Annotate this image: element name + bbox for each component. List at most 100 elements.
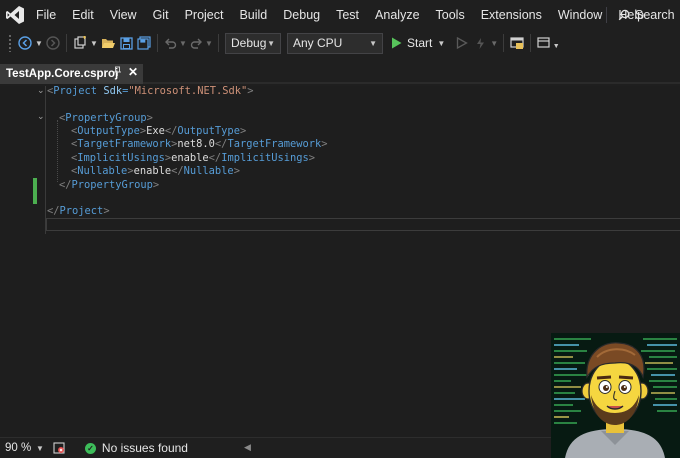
token-string: "Microsoft.NET.Sdk": [128, 85, 248, 97]
save-icon[interactable]: [117, 32, 135, 54]
new-project-icon[interactable]: [71, 32, 89, 54]
indent-guide: [57, 120, 58, 182]
menu-window[interactable]: Window: [550, 0, 610, 30]
chevron-down-icon: ▼: [369, 38, 377, 48]
code-line: </PropertyGroup>: [59, 179, 159, 192]
token-tag: Nullable: [183, 165, 234, 178]
menu-extensions[interactable]: Extensions: [473, 0, 550, 30]
menu-project[interactable]: Project: [177, 0, 232, 30]
current-line-highlight: [46, 218, 680, 231]
tab-testapp-core-csproj[interactable]: TestApp.Core.csproj ✕: [0, 64, 143, 84]
menu-debug[interactable]: Debug: [275, 0, 328, 30]
token-bracket: >: [146, 111, 153, 124]
back-dropdown-icon[interactable]: ▼: [34, 32, 44, 54]
zoom-dropdown-icon[interactable]: ▼: [36, 444, 44, 453]
collapse-chevron-icon[interactable]: ⌄: [37, 111, 45, 122]
token-tag: PropertyGroup: [71, 178, 153, 191]
code-line: <Project Sdk="Microsoft.NET.Sdk">: [47, 85, 254, 98]
token-text: enable: [133, 165, 172, 178]
token-tag: ImplicitUsings: [77, 151, 165, 164]
menu-tools[interactable]: Tools: [428, 0, 473, 30]
start-debugging-button[interactable]: Start ▼: [387, 36, 449, 50]
toolbar-separator: [66, 34, 67, 52]
search-separator: [606, 7, 607, 23]
token-tag: Nullable: [77, 165, 128, 178]
start-label: Start: [407, 36, 433, 50]
start-without-debugging-icon: [453, 32, 471, 54]
code-cleanup-icon[interactable]: [53, 442, 65, 454]
token-tag: OutputType: [77, 124, 140, 137]
zoom-level[interactable]: 90 %: [0, 442, 40, 454]
configuration-value: Debug: [231, 36, 267, 50]
token-attribute: Sdk: [103, 85, 123, 97]
close-icon[interactable]: ✕: [128, 65, 138, 79]
token-tag: TargetFramework: [227, 138, 322, 151]
change-tracking-bar: [33, 178, 37, 204]
document-tab-strip: TestApp.Core.csproj ✕: [0, 64, 680, 84]
menu-file[interactable]: File: [30, 0, 64, 30]
navigate-back-icon[interactable]: [16, 32, 34, 54]
save-all-icon[interactable]: [135, 32, 153, 54]
issues-label: No issues found: [101, 441, 188, 455]
toolbar-options-icon[interactable]: ▼: [551, 35, 561, 57]
search-icon: [618, 9, 630, 21]
main-menu: File Edit View Git Project Build Debug T…: [30, 0, 652, 30]
solution-configuration-dropdown[interactable]: Debug ▼: [225, 32, 281, 54]
avatar: [551, 333, 680, 458]
scroll-left-icon[interactable]: ◀: [244, 442, 251, 453]
chevron-down-icon: ▼: [267, 38, 275, 48]
code-line: <Nullable>enable</Nullable>: [71, 165, 240, 178]
collapse-chevron-icon[interactable]: ⌄: [37, 85, 45, 96]
token-tag: OutputType: [177, 124, 240, 137]
token-bracket: </: [47, 205, 60, 217]
solution-platform-dropdown[interactable]: Any CPU ▼: [287, 32, 383, 54]
token-text: net8.0: [177, 138, 215, 151]
undo-icon: [162, 32, 178, 54]
token-tag: PropertyGroup: [65, 111, 147, 124]
token-tag: TargetFramework: [77, 138, 172, 151]
token-tag: Project: [59, 205, 104, 217]
platform-value: Any CPU: [293, 36, 343, 50]
token-bracket: </: [59, 178, 72, 191]
start-dropdown-icon[interactable]: ▼: [437, 39, 445, 48]
toolbar-separator: [157, 34, 158, 52]
menu-git[interactable]: Git: [145, 0, 177, 30]
menu-build[interactable]: Build: [231, 0, 275, 30]
new-item-dropdown-icon[interactable]: ▼: [89, 32, 99, 54]
token-tag: Project: [53, 85, 98, 97]
toolbar-grip[interactable]: [8, 34, 12, 52]
toolbar-separator: [503, 34, 505, 52]
check-circle-icon: ✓: [84, 442, 96, 454]
issues-indicator[interactable]: ✓ No issues found: [84, 441, 188, 455]
undo-dropdown-icon: ▼: [179, 38, 187, 48]
pin-icon[interactable]: [113, 66, 122, 79]
navigate-forward-icon: [44, 32, 62, 54]
redo-icon: [188, 32, 204, 54]
code-line: <PropertyGroup>: [59, 112, 153, 125]
visual-studio-logo-icon[interactable]: [0, 0, 30, 30]
token-bracket: >: [103, 205, 110, 217]
token-bracket: >: [152, 178, 160, 191]
search-box[interactable]: Search: [606, 0, 680, 30]
code-line: <TargetFramework>net8.0</TargetFramework…: [71, 138, 328, 151]
token-text: Exe: [146, 124, 165, 137]
avatar-illustration: [551, 333, 680, 458]
token-text: enable: [171, 151, 209, 164]
browse-with-icon[interactable]: [508, 32, 526, 54]
code-line: </Project>: [47, 205, 110, 218]
window-layout-icon[interactable]: [535, 32, 551, 54]
code-line: <ImplicitUsings>enable</ImplicitUsings>: [71, 151, 316, 164]
menu-bar: File Edit View Git Project Build Debug T…: [0, 0, 680, 30]
menu-view[interactable]: View: [102, 0, 145, 30]
play-icon: [391, 37, 402, 49]
menu-analyze[interactable]: Analyze: [367, 0, 427, 30]
hot-reload-icon: [471, 32, 489, 54]
menu-test[interactable]: Test: [328, 0, 367, 30]
menu-edit[interactable]: Edit: [64, 0, 102, 30]
hot-reload-dropdown-icon: ▼: [490, 38, 499, 48]
toolbar-separator: [218, 34, 219, 52]
open-folder-icon[interactable]: [99, 32, 117, 54]
redo-dropdown-icon: ▼: [205, 38, 213, 48]
code-line: <OutputType>Exe</OutputType>: [71, 124, 247, 137]
standard-toolbar: ▼ ▼ ▼ ▼ Debug ▼ Any CPU ▼ Start ▼ ▼ ▼: [0, 30, 680, 56]
